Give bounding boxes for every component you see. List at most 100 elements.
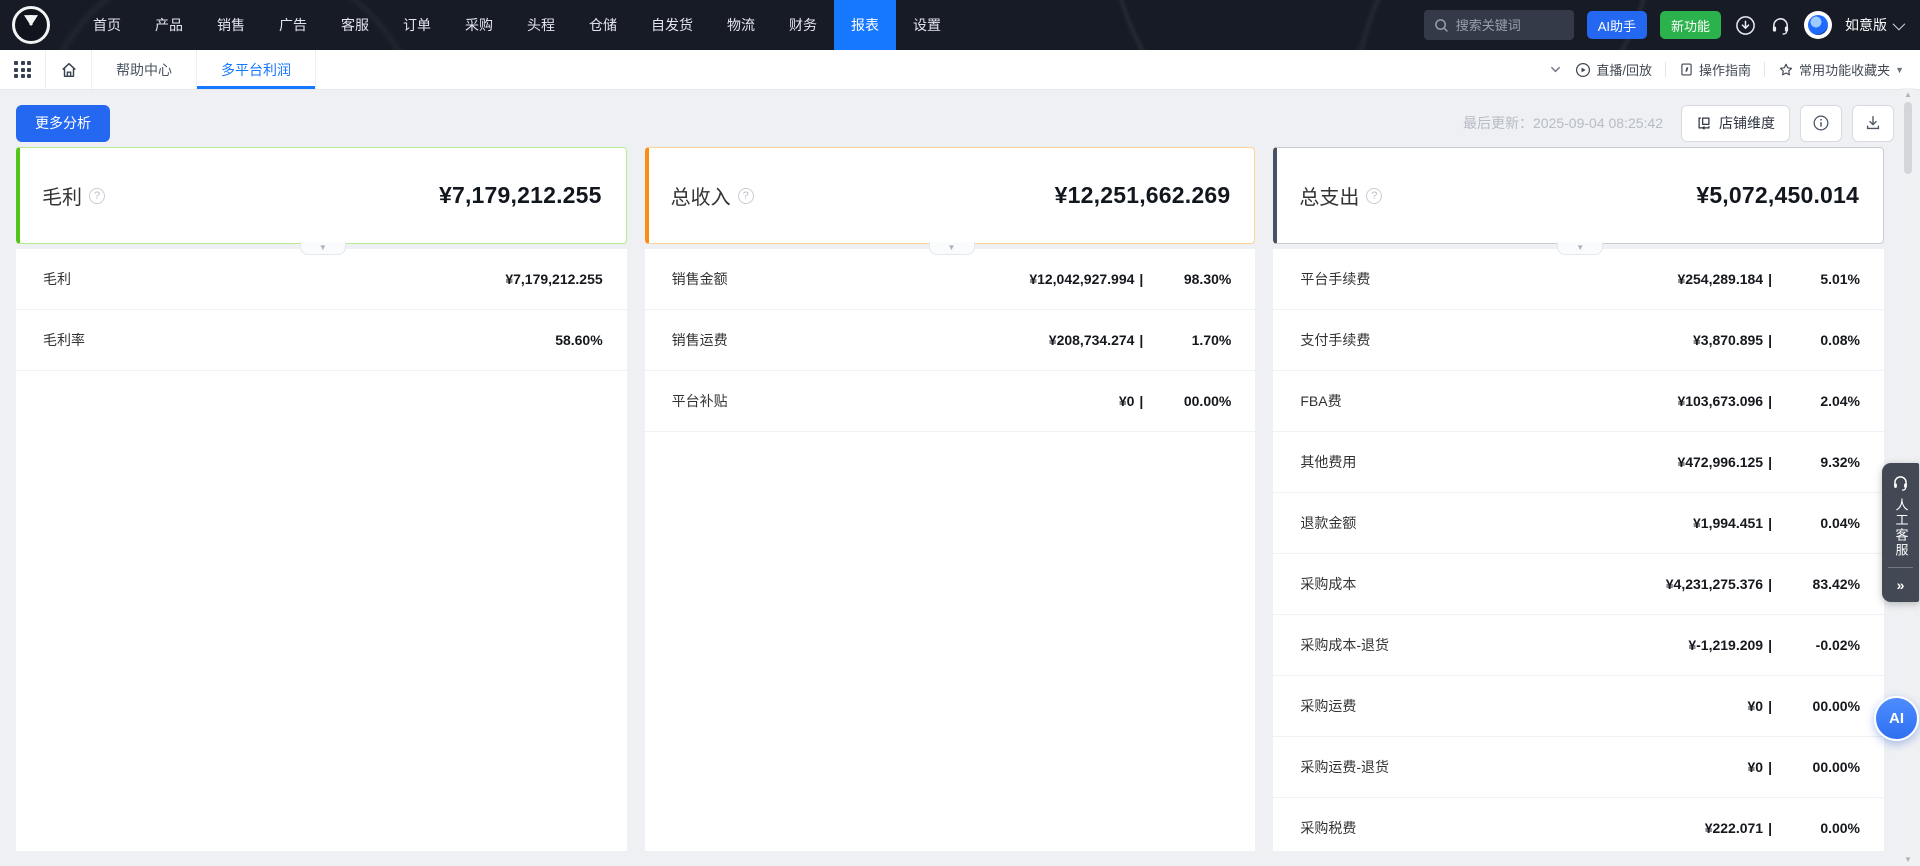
collapse-notch[interactable]: ▼: [929, 242, 975, 255]
metric-row: 销售金额 ¥12,042,927.994|98.30%: [645, 249, 1256, 310]
row-percent: 00.00%: [1772, 759, 1860, 775]
row-value: 58.60%: [555, 332, 602, 348]
row-label: 支付手续费: [1300, 330, 1370, 350]
download-report-button[interactable]: [1852, 105, 1894, 142]
card-body: 销售金额 ¥12,042,927.994|98.30% 销售运费 ¥208,73…: [645, 249, 1256, 851]
row-label: 毛利率: [43, 330, 85, 350]
row-value: ¥-1,219.209|-0.02%: [1688, 637, 1860, 653]
nav-item[interactable]: 订单: [386, 0, 448, 50]
row-percent: 1.70%: [1143, 332, 1231, 348]
nav-item[interactable]: 广告: [262, 0, 324, 50]
nav-item[interactable]: 销售: [200, 0, 262, 50]
row-percent: 98.30%: [1143, 271, 1231, 287]
last-updated-text: 最后更新：2025-09-04 08:25:42: [1463, 113, 1663, 133]
row-percent: 0.00%: [1772, 820, 1860, 836]
nav-item[interactable]: 首页: [76, 0, 138, 50]
row-value: ¥0|00.00%: [1748, 698, 1861, 714]
row-label: 采购成本: [1300, 574, 1356, 594]
row-value: ¥12,042,927.994|98.30%: [1029, 271, 1231, 287]
row-label: 采购运费-退货: [1300, 757, 1389, 777]
metric-row: 采购成本 ¥4,231,275.376|83.42%: [1273, 554, 1884, 615]
app-logo-icon[interactable]: [12, 6, 50, 44]
new-feature-button[interactable]: 新功能: [1660, 11, 1721, 39]
global-search[interactable]: [1424, 10, 1574, 40]
collapse-notch[interactable]: ▼: [300, 242, 346, 255]
row-value: ¥3,870.895|0.08%: [1693, 332, 1860, 348]
play-circle-icon: [1575, 62, 1591, 78]
nav-item[interactable]: 头程: [510, 0, 572, 50]
collapse-panel-button[interactable]: »: [1897, 575, 1905, 594]
human-service-button[interactable]: 人工客服: [1893, 498, 1909, 558]
ai-floating-button[interactable]: AI: [1874, 696, 1919, 741]
app-grid-button[interactable]: [0, 50, 46, 89]
metric-row: 采购成本-退货 ¥-1,219.209|-0.02%: [1273, 615, 1884, 676]
row-value: ¥254,289.184|5.01%: [1677, 271, 1860, 287]
row-value: ¥222.071|0.00%: [1705, 820, 1860, 836]
dimension-switch-icon: [1696, 115, 1712, 131]
store-dimension-button[interactable]: 店铺维度: [1681, 105, 1790, 142]
chevron-down-icon: [1893, 17, 1906, 30]
metric-row: 毛利率 58.60%: [16, 310, 627, 371]
favorites-menu[interactable]: 常用功能收藏夹 ▼: [1778, 60, 1904, 79]
row-percent: 2.04%: [1772, 393, 1860, 409]
row-percent: 9.32%: [1772, 454, 1860, 470]
card-body: 平台手续费 ¥254,289.184|5.01% 支付手续费 ¥3,870.89…: [1273, 249, 1884, 851]
card-header: 总支出 ? ¥5,072,450.014 ▼: [1273, 147, 1884, 244]
collapse-notch[interactable]: ▼: [1557, 242, 1603, 255]
info-button[interactable]: [1800, 105, 1842, 142]
nav-item[interactable]: 产品: [138, 0, 200, 50]
row-percent: -0.02%: [1772, 637, 1860, 653]
top-navigation: 首页产品销售广告客服订单采购头程仓储自发货物流财务报表设置 AI助手 新功能 如…: [0, 0, 1920, 50]
triangle-down-icon: ▼: [1895, 65, 1904, 75]
download-client-icon[interactable]: [1734, 14, 1756, 36]
headset-icon: [1891, 473, 1910, 492]
nav-item[interactable]: 设置: [896, 0, 958, 50]
tab-overflow-chevron[interactable]: [1549, 63, 1562, 76]
user-avatar[interactable]: [1804, 11, 1832, 39]
metric-row: 退款金额 ¥1,994.451|0.04%: [1273, 493, 1884, 554]
metric-row: 平台补贴 ¥0|00.00%: [645, 371, 1256, 432]
nav-item[interactable]: 仓储: [572, 0, 634, 50]
help-icon[interactable]: ?: [89, 188, 105, 204]
row-label: 毛利: [43, 269, 71, 289]
metric-row: 采购运费 ¥0|00.00%: [1273, 676, 1884, 737]
metric-card: 总收入 ? ¥12,251,662.269 ▼ 销售金额 ¥12,042,927…: [645, 147, 1256, 851]
nav-item[interactable]: 物流: [710, 0, 772, 50]
profit-cards: 毛利 ? ¥7,179,212.255 ▼ 毛利 ¥7,179,212.255 …: [0, 142, 1920, 851]
card-total-value: ¥7,179,212.255: [439, 182, 602, 209]
headset-icon[interactable]: [1769, 14, 1791, 36]
scrollbar-thumb[interactable]: [1904, 102, 1912, 174]
nav-item[interactable]: 采购: [448, 0, 510, 50]
help-icon[interactable]: ?: [738, 188, 754, 204]
operation-guide-link[interactable]: 操作指南: [1679, 60, 1751, 79]
nav-item[interactable]: 财务: [772, 0, 834, 50]
store-dimension-label: 店铺维度: [1719, 113, 1775, 133]
divider: [1888, 567, 1913, 568]
card-title: 毛利 ?: [42, 181, 105, 210]
edition-label: 如意版: [1845, 15, 1887, 35]
row-value: ¥1,994.451|0.04%: [1693, 515, 1860, 531]
nav-item[interactable]: 自发货: [634, 0, 710, 50]
scroll-up-arrow[interactable]: ▲: [1902, 90, 1914, 99]
row-value: ¥208,734.274|1.70%: [1049, 332, 1232, 348]
help-icon[interactable]: ?: [1366, 188, 1382, 204]
row-percent: 5.01%: [1772, 271, 1860, 287]
search-input[interactable]: [1456, 18, 1564, 33]
tab[interactable]: 多平台利润: [197, 50, 316, 89]
tab[interactable]: 帮助中心: [92, 50, 197, 89]
card-header: 总收入 ? ¥12,251,662.269 ▼: [645, 147, 1256, 244]
nav-item[interactable]: 客服: [324, 0, 386, 50]
home-button[interactable]: [46, 50, 92, 89]
nav-item[interactable]: 报表: [834, 0, 896, 50]
ai-assistant-button[interactable]: AI助手: [1587, 11, 1647, 39]
row-percent: 83.42%: [1772, 576, 1860, 592]
row-label: 平台手续费: [1300, 269, 1370, 289]
live-replay-link[interactable]: 直播/回放: [1575, 60, 1652, 79]
metric-row: 毛利 ¥7,179,212.255: [16, 249, 627, 310]
more-analysis-button[interactable]: 更多分析: [16, 105, 110, 142]
row-value: ¥0|00.00%: [1748, 759, 1861, 775]
row-label: 采购成本-退货: [1300, 635, 1389, 655]
scroll-down-arrow[interactable]: ▼: [1902, 855, 1914, 864]
guide-doc-icon: [1679, 62, 1694, 77]
edition-menu[interactable]: 如意版: [1845, 15, 1902, 35]
